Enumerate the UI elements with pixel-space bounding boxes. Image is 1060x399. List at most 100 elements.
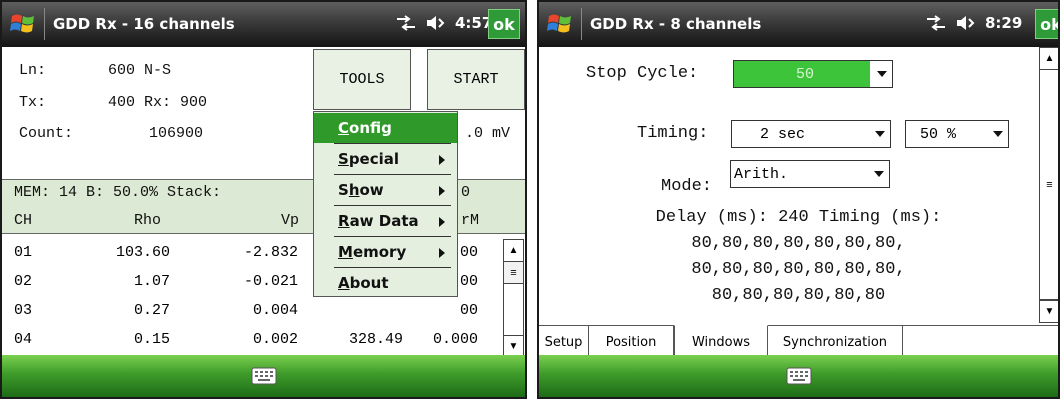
- menu-item-special[interactable]: Special: [314, 144, 457, 174]
- chevron-down-icon: [877, 71, 887, 77]
- cell-vp: 0.004: [252, 302, 298, 319]
- tx-label: Tx:: [19, 94, 47, 111]
- cell-vp: 0.002: [252, 331, 298, 348]
- menu-item-show[interactable]: Show: [314, 175, 457, 205]
- start-button[interactable]: START: [427, 49, 525, 110]
- stop-cycle-label: Stop Cycle:: [586, 64, 699, 83]
- ln-value: 600 N-S: [108, 62, 172, 79]
- ln-label: Ln:: [19, 62, 47, 79]
- cell-vp: -0.021: [243, 273, 298, 290]
- cell-vp: -2.832: [243, 244, 298, 261]
- cell-c5: 00: [459, 302, 478, 319]
- timing-percent-value: 50 %: [920, 126, 957, 143]
- tx-value: 400 Rx: 900: [108, 94, 208, 111]
- scroll-down-button[interactable]: ▼: [504, 335, 523, 357]
- table-row[interactable]: 04 0.15 0.002 328.49 0.000: [2, 326, 525, 355]
- col-rm: rM: [461, 212, 480, 229]
- chevron-down-icon: [874, 171, 884, 177]
- cell-c5: 00: [459, 273, 478, 290]
- delay-info: Delay (ms): 240 Timing (ms):: [655, 208, 942, 227]
- chevron-down-icon: [875, 131, 885, 137]
- cell-ch: 03: [14, 302, 33, 319]
- cell-ch: 02: [14, 273, 33, 290]
- left-screen: GDD Rx - 16 channels 4:57 ok Ln: 600 N-S…: [0, 0, 527, 399]
- clock: 4:57: [455, 14, 493, 32]
- bottom-bar: [2, 355, 525, 397]
- submenu-arrow-icon: [439, 217, 445, 227]
- cell-ch: 01: [14, 244, 33, 261]
- bottom-bar: [539, 355, 1058, 397]
- memory-status-tail: 0: [461, 184, 471, 201]
- status-area[interactable]: 4:57: [395, 14, 492, 32]
- scroll-thumb[interactable]: ≡: [504, 262, 523, 284]
- mode-dropdown[interactable]: Arith.: [730, 160, 890, 188]
- cell-rho: 0.27: [133, 302, 170, 319]
- scroll-up-button[interactable]: ▲: [504, 240, 523, 262]
- tools-menu: Config Special Show Raw Data Memory About: [313, 111, 458, 297]
- tab-bar: Setup Position Windows Synchronization: [539, 325, 1058, 359]
- right-screen: GDD Rx - 8 channels 8:29 ok Stop Cycle: …: [537, 0, 1060, 399]
- tab-windows[interactable]: Windows: [674, 325, 768, 359]
- mode-label: Mode:: [661, 177, 713, 196]
- timing-dropdown[interactable]: 2 sec: [731, 120, 891, 148]
- memory-status: MEM: 14 B: 50.0% Stack:: [14, 184, 222, 201]
- window-title: GDD Rx - 8 channels: [590, 15, 762, 33]
- cell-ch: 04: [14, 331, 33, 348]
- cell-rho: 103.60: [115, 244, 170, 261]
- connectivity-icon: [927, 15, 945, 31]
- cell-c5: 00: [459, 244, 478, 261]
- timing-label: Timing:: [637, 124, 709, 143]
- menu-item-about[interactable]: About: [314, 268, 457, 298]
- ok-button[interactable]: ok: [488, 9, 520, 39]
- menu-item-label: Config: [338, 119, 392, 137]
- windows-start-icon[interactable]: [10, 11, 36, 37]
- status-area[interactable]: 8:29: [925, 14, 1022, 32]
- volume-icon: [427, 16, 445, 30]
- timing-percent-dropdown[interactable]: 50 %: [905, 120, 1009, 148]
- scroll-down-button[interactable]: ▼: [1040, 300, 1058, 322]
- table-scrollbar[interactable]: ▲ ≡ ▼: [503, 239, 524, 358]
- title-separator: [44, 8, 45, 40]
- ok-button[interactable]: ok: [1035, 9, 1058, 39]
- menu-item-label: About: [338, 274, 389, 292]
- cell-rho: 1.07: [133, 273, 170, 290]
- voltage-readout: .0 mV: [465, 125, 511, 142]
- menu-item-label: Special: [338, 150, 400, 168]
- tools-button[interactable]: TOOLS: [313, 49, 411, 110]
- timing-value: 2 sec: [760, 126, 806, 143]
- scroll-up-button[interactable]: ▲: [1040, 48, 1058, 70]
- window-title: GDD Rx - 16 channels: [53, 15, 235, 33]
- connectivity-icon: [397, 15, 415, 31]
- keyboard-icon[interactable]: [251, 366, 277, 386]
- table-row[interactable]: 03 0.27 0.004 00: [2, 297, 525, 326]
- col-ch: CH: [14, 212, 33, 229]
- stop-cycle-dropdown[interactable]: 50: [733, 60, 893, 88]
- page-scrollbar[interactable]: ▲ ≡ ▼: [1039, 47, 1058, 323]
- menu-item-label: Memory: [338, 243, 407, 261]
- timing-values-line-3: 80,80,80,80,80,80: [711, 286, 886, 305]
- volume-icon: [957, 16, 975, 30]
- windows-start-icon[interactable]: [547, 11, 573, 37]
- submenu-arrow-icon: [439, 155, 445, 165]
- col-rho: Rho: [134, 212, 162, 229]
- menu-item-config[interactable]: Config: [314, 113, 457, 143]
- chevron-down-icon: [993, 131, 1003, 137]
- menu-item-raw-data[interactable]: Raw Data: [314, 206, 457, 236]
- timing-values-line-1: 80,80,80,80,80,80,80,: [691, 234, 906, 253]
- keyboard-icon[interactable]: [786, 366, 812, 386]
- cell-rho: 0.15: [133, 331, 170, 348]
- title-bar: GDD Rx - 16 channels 4:57 ok: [2, 2, 525, 47]
- submenu-arrow-icon: [439, 186, 445, 196]
- stop-cycle-value: 50: [796, 66, 815, 83]
- title-bar: GDD Rx - 8 channels 8:29 ok: [539, 2, 1058, 47]
- title-separator: [581, 8, 582, 40]
- scroll-thumb[interactable]: ≡: [1040, 70, 1058, 300]
- timing-values-line-2: 80,80,80,80,80,80,80,: [691, 260, 906, 279]
- count-label: Count:: [19, 125, 74, 142]
- menu-item-label: Show: [338, 181, 384, 199]
- clock: 8:29: [985, 14, 1023, 32]
- menu-item-memory[interactable]: Memory: [314, 237, 457, 267]
- col-vp: Vp: [281, 212, 300, 229]
- cell-c4: 328.49: [348, 331, 403, 348]
- submenu-arrow-icon: [439, 248, 445, 258]
